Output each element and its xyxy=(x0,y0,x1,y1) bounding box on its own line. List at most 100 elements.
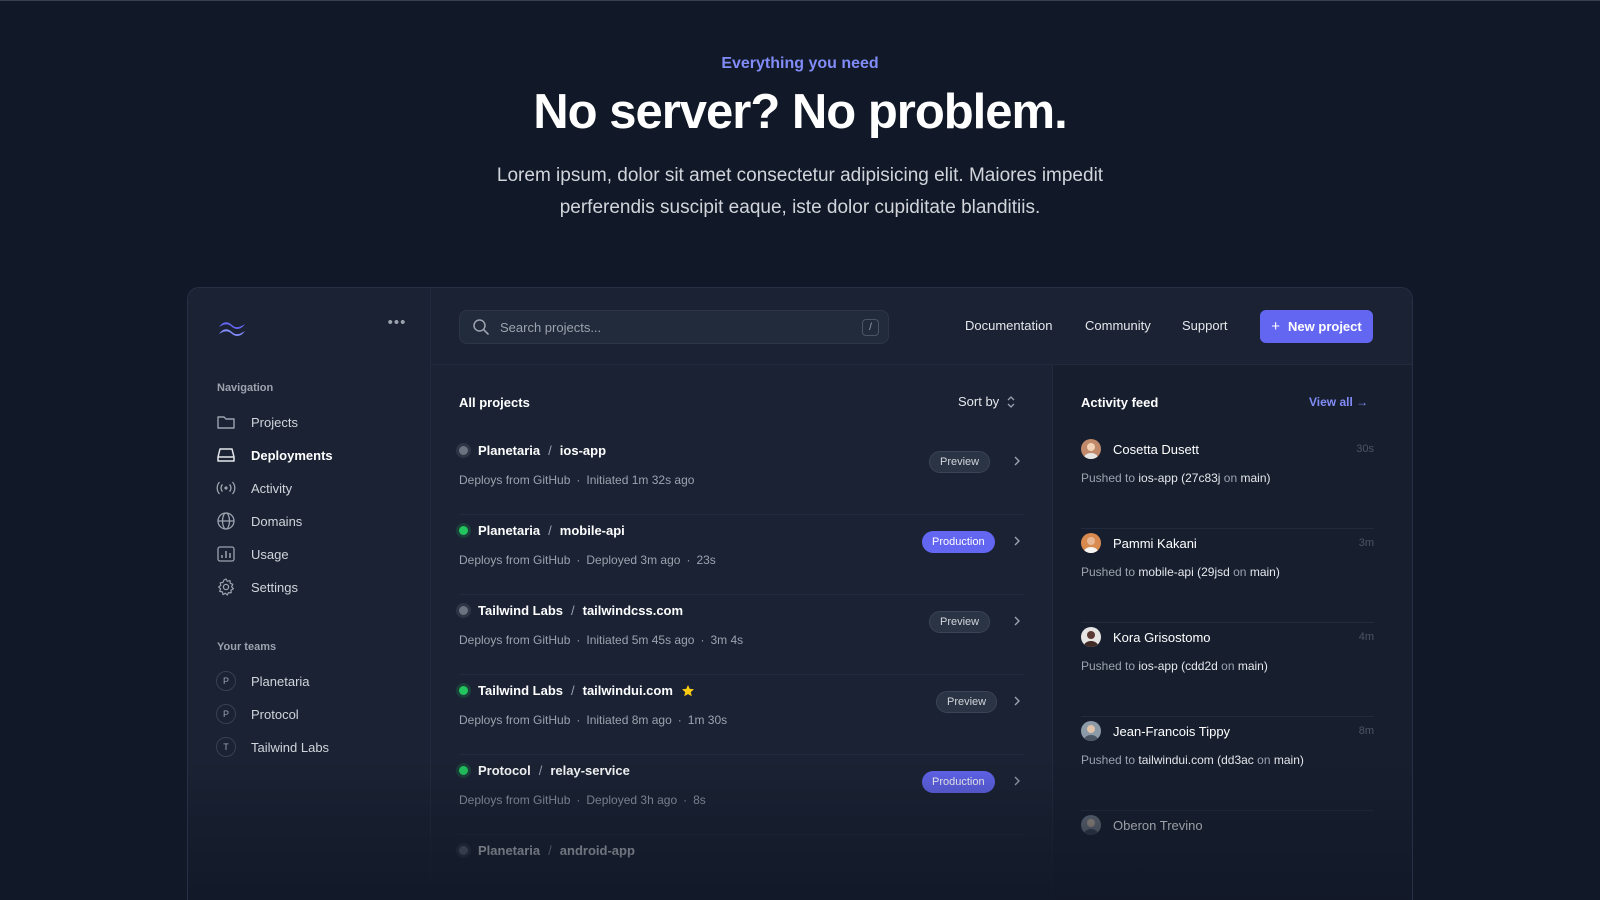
sidebar-item-domains[interactable]: Domains xyxy=(216,509,302,533)
activity-item[interactable]: Kora Grisostomo 4m Pushed to ios-app (cd… xyxy=(1081,623,1374,717)
meta-separator: · xyxy=(700,633,705,647)
sidebar-item-label: Activity xyxy=(251,480,293,496)
activity-branch: main) xyxy=(1237,659,1268,673)
view-all-link[interactable]: View all → xyxy=(1309,395,1368,409)
activity-prefix: Pushed to xyxy=(1081,471,1136,485)
community-link[interactable]: Community xyxy=(1085,318,1151,333)
avatar xyxy=(1081,721,1101,741)
activity-branch: main) xyxy=(1249,565,1280,579)
sidebar-item-label: Projects xyxy=(251,414,298,430)
plus-icon: + xyxy=(1271,318,1281,335)
star-icon[interactable] xyxy=(681,684,695,698)
project-duration: 3m 4s xyxy=(710,633,744,647)
project-row-android-app[interactable]: Planetaria / android-app xyxy=(459,835,1024,900)
search-input[interactable] xyxy=(500,319,862,335)
more-options-icon[interactable]: ••• xyxy=(386,312,408,334)
project-duration: 23s xyxy=(696,553,716,567)
activity-commit: (dd3ac xyxy=(1217,753,1254,767)
activity-prefix: Pushed to xyxy=(1081,565,1136,579)
sidebar-item-label: Settings xyxy=(251,579,298,595)
documentation-link[interactable]: Documentation xyxy=(965,318,1052,333)
activity-on: on xyxy=(1223,471,1238,485)
project-team: Tailwind Labs xyxy=(478,603,563,618)
sidebar-item-deployments[interactable]: Deployments xyxy=(216,443,333,467)
project-row-ios-app[interactable]: Planetaria / ios-app Deploys from GitHub… xyxy=(459,435,1024,515)
hero-headline: No server? No problem. xyxy=(533,85,1067,139)
support-link[interactable]: Support xyxy=(1182,318,1228,333)
project-repo: android-app xyxy=(559,843,635,858)
team-item-protocol[interactable]: P Protocol xyxy=(216,702,299,726)
project-row-relay-service[interactable]: Protocol / relay-service Deploys from Gi… xyxy=(459,755,1024,835)
team-initial-badge: P xyxy=(216,704,236,724)
activity-repo: ios-app xyxy=(1138,659,1178,673)
team-initial-badge: P xyxy=(216,671,236,691)
team-initial-badge: T xyxy=(216,737,236,757)
project-status-text: Initiated 8m ago xyxy=(586,713,672,727)
search-box[interactable]: / xyxy=(459,310,889,344)
meta-separator: · xyxy=(686,553,691,567)
project-status-text: Deployed 3m ago xyxy=(586,553,681,567)
project-duration: 1m 30s xyxy=(687,713,728,727)
avatar xyxy=(1081,533,1101,553)
project-team: Protocol xyxy=(478,763,531,778)
project-source: Deploys from GitHub xyxy=(459,553,571,567)
env-badge: Preview xyxy=(936,691,998,713)
path-separator: / xyxy=(571,603,575,618)
activity-prefix: Pushed to xyxy=(1081,753,1136,767)
team-label: Planetaria xyxy=(251,673,310,689)
project-repo: ios-app xyxy=(559,443,607,458)
sidebar-item-label: Domains xyxy=(251,513,303,529)
project-row-mobile-api[interactable]: Planetaria / mobile-api Deploys from Git… xyxy=(459,515,1024,595)
gear-icon xyxy=(216,577,236,597)
env-badge: Production xyxy=(922,771,995,793)
project-duration: 8s xyxy=(693,793,706,807)
sidebar-item-activity[interactable]: Activity xyxy=(216,476,292,500)
activity-branch: main) xyxy=(1273,753,1304,767)
env-badge: Preview xyxy=(929,451,991,473)
project-team: Tailwind Labs xyxy=(478,683,563,698)
project-repo: tailwindcss.com xyxy=(582,603,684,618)
status-dot xyxy=(459,846,468,855)
status-dot xyxy=(459,686,468,695)
projects-title: All projects xyxy=(459,395,530,410)
project-status-text: Initiated 5m 45s ago xyxy=(586,633,695,647)
status-dot xyxy=(459,446,468,455)
activity-item[interactable]: Oberon Trevino xyxy=(1081,811,1374,900)
meta-separator: · xyxy=(576,793,581,807)
sidebar-item-projects[interactable]: Projects xyxy=(216,410,298,434)
activity-user-name: Jean-Francois Tippy xyxy=(1113,723,1231,739)
avatar xyxy=(1081,815,1101,835)
team-item-planetaria[interactable]: P Planetaria xyxy=(216,669,310,693)
project-status-text: Deployed 3h ago xyxy=(586,793,678,807)
sidebar-item-settings[interactable]: Settings xyxy=(216,575,298,599)
sort-by-button[interactable]: Sort by xyxy=(958,394,1016,409)
activity-time: 4m xyxy=(1358,631,1374,643)
path-separator: / xyxy=(548,843,552,858)
meta-separator: · xyxy=(683,793,688,807)
meta-separator: · xyxy=(576,633,581,647)
project-team: Planetaria xyxy=(478,523,541,538)
globe-icon xyxy=(216,511,236,531)
project-row-tailwindcss-com[interactable]: Tailwind Labs / tailwindcss.com Deploys … xyxy=(459,595,1024,675)
activity-repo: mobile-api xyxy=(1138,565,1194,579)
teams-section-label: Your teams xyxy=(217,641,277,653)
activity-user-name: Oberon Trevino xyxy=(1113,817,1203,833)
project-source: Deploys from GitHub xyxy=(459,713,571,727)
folder-icon xyxy=(216,412,236,432)
avatar xyxy=(1081,439,1101,459)
activity-item[interactable]: Jean-Francois Tippy 8m Pushed to tailwin… xyxy=(1081,717,1374,811)
activity-user-name: Pammi Kakani xyxy=(1113,535,1197,551)
new-project-button[interactable]: + New project xyxy=(1260,310,1373,343)
activity-repo: ios-app xyxy=(1138,471,1178,485)
top-border xyxy=(0,0,1600,1)
project-row-tailwindui-com[interactable]: Tailwind Labs / tailwindui.com Deploys f… xyxy=(459,675,1024,755)
team-item-tailwind-labs[interactable]: T Tailwind Labs xyxy=(216,735,329,759)
meta-separator: · xyxy=(576,473,581,487)
activity-item[interactable]: Cosetta Dusett 30s Pushed to ios-app (27… xyxy=(1081,435,1374,529)
activity-commit: (cdd2d xyxy=(1181,659,1218,673)
tailwind-logo-icon[interactable] xyxy=(216,318,248,340)
chevron-right-icon xyxy=(1014,456,1020,466)
activity-item[interactable]: Pammi Kakani 3m Pushed to mobile-api (29… xyxy=(1081,529,1374,623)
avatar xyxy=(1081,627,1101,647)
sidebar-item-usage[interactable]: Usage xyxy=(216,542,289,566)
